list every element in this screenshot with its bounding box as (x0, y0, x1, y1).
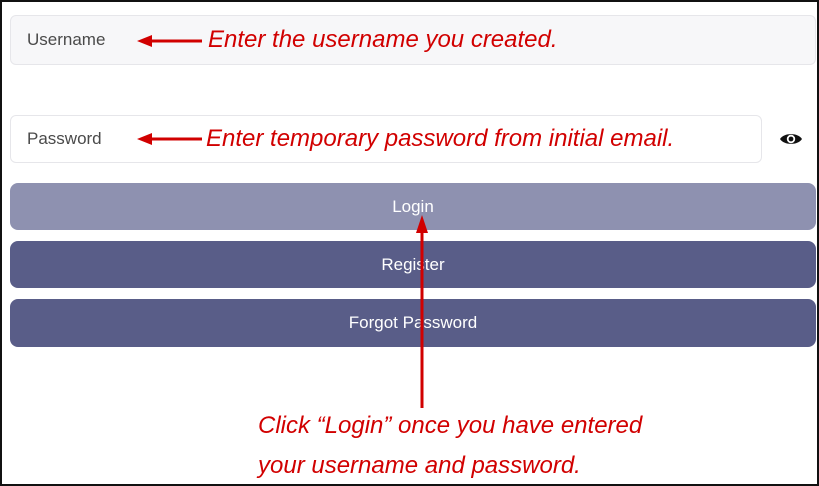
login-annotation-line-2: your username and password. (258, 452, 581, 479)
username-annotation: Enter the username you created. (208, 26, 558, 53)
username-input[interactable] (27, 16, 137, 64)
show-password-toggle[interactable] (776, 126, 806, 152)
password-annotation: Enter temporary password from initial em… (206, 125, 675, 152)
forgot-password-button[interactable]: Forgot Password (10, 299, 816, 347)
login-annotation-line-1: Click “Login” once you have entered (258, 412, 643, 439)
register-button[interactable]: Register (10, 241, 816, 288)
eye-icon (780, 134, 802, 144)
login-button[interactable]: Login (10, 183, 816, 230)
password-input[interactable] (27, 116, 137, 162)
